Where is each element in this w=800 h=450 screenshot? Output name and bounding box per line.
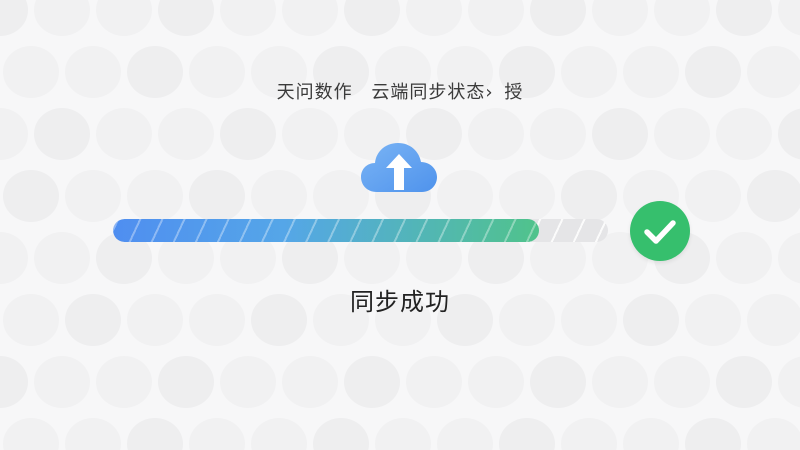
background-dot — [654, 108, 710, 160]
background-dot — [96, 0, 152, 36]
background-dot — [716, 0, 772, 36]
background-dot — [3, 418, 59, 450]
background-dot — [654, 0, 710, 36]
background-dot — [158, 0, 214, 36]
background-dot — [220, 0, 276, 36]
background-dot — [406, 356, 462, 408]
background-dot — [561, 170, 617, 222]
background-dot — [437, 418, 493, 450]
background-dot — [34, 108, 90, 160]
background-dot — [716, 108, 772, 160]
background-dot — [344, 356, 400, 408]
background-dot — [282, 356, 338, 408]
background-dot — [65, 170, 121, 222]
background-dot — [778, 356, 800, 408]
background-dot — [65, 418, 121, 450]
background-dot — [127, 418, 183, 450]
background-dot — [344, 0, 400, 36]
background-dot — [220, 108, 276, 160]
background-dot — [530, 356, 586, 408]
app-name: 天问数作 — [276, 82, 353, 103]
background-dot — [158, 108, 214, 160]
progress-fill-stripes — [113, 219, 539, 242]
background-dot — [778, 108, 800, 160]
breadcrumb-trailing: 授 — [504, 82, 524, 103]
background-dot — [251, 418, 307, 450]
background-dot — [654, 356, 710, 408]
background-dot — [592, 356, 648, 408]
background-dot — [530, 108, 586, 160]
background-dot — [623, 418, 679, 450]
background-dot — [3, 170, 59, 222]
checkmark-icon — [630, 201, 690, 261]
background-dot — [468, 108, 524, 160]
background-dot — [778, 0, 800, 36]
background-dot — [406, 0, 462, 36]
breadcrumb-separator: › — [485, 82, 494, 103]
background-dot — [530, 0, 586, 36]
background-dot — [0, 356, 28, 408]
page-header: 天问数作 云端同步状态› 授 — [0, 78, 800, 106]
background-dot — [499, 418, 555, 450]
background-dot — [189, 170, 245, 222]
background-dot — [0, 0, 28, 36]
background-dot — [592, 0, 648, 36]
background-dot — [34, 0, 90, 36]
background-dot — [282, 108, 338, 160]
background-dot — [0, 108, 28, 160]
background-dot — [34, 232, 90, 284]
background-dot — [127, 170, 183, 222]
background-dot — [96, 108, 152, 160]
sync-status-label: 同步成功 — [350, 288, 450, 316]
background-dot — [158, 356, 214, 408]
background-dot — [685, 170, 741, 222]
sync-progress-bar — [113, 219, 608, 242]
background-dot — [685, 418, 741, 450]
background-dot — [778, 232, 800, 284]
background-dot — [499, 170, 555, 222]
progress-fill — [113, 219, 539, 242]
background-dot — [282, 0, 338, 36]
background-dot — [468, 0, 524, 36]
background-dot — [592, 108, 648, 160]
background-dot — [716, 232, 772, 284]
background-dot — [561, 418, 617, 450]
cloud-upload-icon — [359, 140, 439, 196]
background-dot — [437, 170, 493, 222]
background-dot — [251, 170, 307, 222]
background-dot — [96, 356, 152, 408]
background-dot — [747, 418, 800, 450]
breadcrumb-section: 云端同步状态 — [371, 82, 486, 103]
background-dot — [716, 356, 772, 408]
background-dot — [0, 232, 28, 284]
background-dot — [220, 356, 276, 408]
background-dot — [313, 418, 369, 450]
background-dot — [34, 356, 90, 408]
background-dot — [747, 170, 800, 222]
background-dot — [189, 418, 245, 450]
background-dot — [468, 356, 524, 408]
background-dot — [375, 418, 431, 450]
